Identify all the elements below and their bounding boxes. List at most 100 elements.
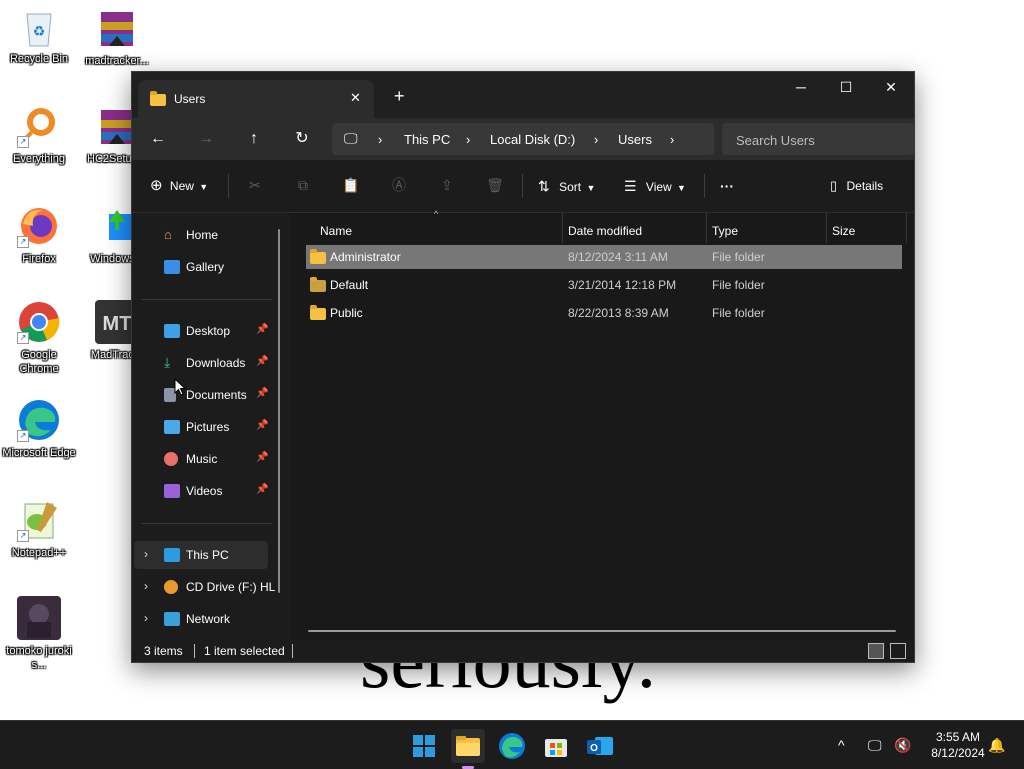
sort-button[interactable]: ⇅ Sort ▼ — [538, 172, 595, 200]
pin-icon[interactable]: 📌 — [256, 388, 268, 399]
delete-icon[interactable]: 🗑 — [484, 174, 506, 196]
start-button[interactable] — [407, 729, 441, 763]
chevron-right-icon[interactable]: › — [144, 611, 148, 625]
column-header-size[interactable]: Size — [832, 219, 855, 243]
desktop-icon-google-chrome[interactable]: ↗ Google Chrome — [2, 300, 76, 376]
desktop-icon-everything[interactable]: ↗ Everything — [2, 104, 76, 166]
outlook-taskbar-button[interactable]: O — [583, 729, 617, 763]
file-explorer-taskbar-button[interactable] — [451, 729, 485, 763]
details-pane-button[interactable]: ▯ Details — [830, 172, 883, 200]
sidebar-item-desktop[interactable]: Desktop 📌 — [134, 317, 268, 345]
chevron-right-icon[interactable]: › — [594, 132, 598, 147]
file-row-default[interactable]: Default 3/21/2014 12:18 PM File folder — [306, 273, 902, 297]
sidebar-item-videos[interactable]: Videos 📌 — [134, 477, 268, 505]
details-pane-icon: ▯ — [830, 178, 838, 193]
close-button[interactable]: ✕ — [868, 72, 914, 102]
pin-icon[interactable]: 📌 — [256, 356, 268, 367]
new-tab-button[interactable]: + — [394, 86, 405, 107]
chevron-right-icon[interactable]: › — [144, 579, 148, 593]
sidebar-item-music[interactable]: Music 📌 — [134, 445, 268, 473]
sidebar-item-label: Music — [186, 452, 218, 466]
sidebar-item-cd-drive[interactable]: › CD Drive (F:) HL — [134, 573, 275, 601]
view-button-label: View — [645, 180, 672, 194]
details-view-icon[interactable] — [868, 643, 884, 659]
search-input[interactable] — [722, 123, 914, 157]
sidebar-item-label: This PC — [186, 548, 229, 562]
cut-icon[interactable]: ✂ — [244, 174, 266, 196]
rename-icon[interactable]: Ⓐ — [388, 174, 410, 196]
sidebar-scrollbar[interactable] — [278, 229, 280, 593]
sidebar-item-network[interactable]: › Network — [134, 605, 268, 633]
network-status-icon[interactable]: 🖵 — [868, 737, 882, 754]
view-button[interactable]: ☰ View ▼ — [624, 172, 686, 200]
notification-bell-icon[interactable]: 🔔 — [988, 737, 1005, 754]
sidebar-item-pictures[interactable]: Pictures 📌 — [134, 413, 268, 441]
chevron-right-icon[interactable]: › — [466, 132, 470, 147]
desktop-icon-firefox[interactable]: ↗ Firefox — [2, 204, 76, 266]
column-divider[interactable] — [562, 213, 563, 243]
column-divider[interactable] — [826, 213, 827, 243]
pin-icon[interactable]: 📌 — [256, 324, 268, 335]
address-bar[interactable]: 🖵 › This PC › Local Disk (D:) › Users › — [332, 123, 714, 155]
sidebar-item-downloads[interactable]: ⤓ Downloads 📌 — [134, 349, 268, 377]
breadcrumb-local-disk[interactable]: Local Disk (D:) — [490, 132, 575, 147]
more-options-button[interactable]: ··· — [720, 172, 734, 200]
search-box — [722, 123, 914, 157]
maximize-button[interactable]: ☐ — [823, 72, 869, 102]
pin-icon[interactable]: 📌 — [256, 452, 268, 463]
folder-icon — [310, 249, 326, 264]
breadcrumb-users[interactable]: Users — [618, 132, 652, 147]
column-divider[interactable] — [906, 213, 907, 243]
volume-muted-icon[interactable]: 🔇 — [894, 737, 911, 754]
back-button[interactable]: ← — [144, 126, 172, 152]
new-button[interactable]: ⊕ New ▼ — [150, 172, 208, 200]
tab-users[interactable]: Users ✕ — [138, 80, 374, 118]
pin-icon[interactable]: 📌 — [256, 484, 268, 495]
horizontal-scrollbar[interactable] — [308, 630, 896, 632]
file-date: 8/22/2013 8:39 AM — [568, 306, 669, 320]
forward-button[interactable]: → — [192, 126, 220, 152]
minimize-button[interactable]: ─ — [778, 72, 824, 102]
microsoft-store-taskbar-button[interactable] — [539, 729, 573, 763]
up-button[interactable]: ↑ — [240, 126, 268, 152]
column-header-type[interactable]: Type — [712, 219, 738, 243]
sidebar-item-label: CD Drive (F:) HL — [186, 580, 276, 594]
sidebar-item-this-pc[interactable]: › This PC — [134, 541, 268, 569]
paste-icon[interactable]: 📋 — [340, 174, 362, 196]
tiles-view-icon[interactable] — [890, 643, 906, 659]
column-header-name[interactable]: Name — [320, 219, 352, 243]
refresh-button[interactable]: ↻ — [288, 126, 316, 152]
sidebar-item-label: Downloads — [186, 356, 246, 370]
breadcrumb-this-pc[interactable]: This PC — [404, 132, 450, 147]
desktop-icon-recycle-bin[interactable]: ♻ Recycle Bin — [2, 8, 76, 66]
edge-taskbar-button[interactable] — [495, 729, 529, 763]
chevron-right-icon[interactable]: › — [670, 132, 674, 147]
share-icon[interactable]: ⇪ — [436, 174, 458, 196]
title-bar[interactable]: Users ✕ + ─ ☐ ✕ — [132, 72, 914, 118]
column-header-date-modified[interactable]: Date modified — [568, 219, 642, 243]
column-divider[interactable] — [706, 213, 707, 243]
chevron-down-icon: ▼ — [677, 183, 686, 193]
sidebar-item-gallery[interactable]: Gallery — [134, 253, 268, 281]
home-icon: ⌂ — [164, 227, 172, 242]
desktop-icon-notepad-plus-plus[interactable]: ↗ Notepad++ — [2, 498, 76, 560]
desktop-icon-madtracker-archive[interactable]: madtracker... — [80, 6, 154, 68]
network-icon — [164, 612, 180, 626]
show-hidden-icons-chevron-icon[interactable]: ^ — [838, 737, 845, 753]
desktop-icon-tomoko-image[interactable]: tomoko juroki s... — [2, 596, 76, 672]
command-bar: ⊕ New ▼ ✂ ⧉ 📋 Ⓐ ⇪ 🗑 ⇅ Sort ▼ ☰ View ▼ ··… — [132, 160, 914, 213]
plus-circle-icon: ⊕ — [150, 177, 163, 194]
system-clock[interactable]: 3:55 AM 8/12/2024 — [918, 729, 998, 761]
sidebar-item-home[interactable]: ⌂ Home — [134, 221, 268, 249]
sidebar-item-documents[interactable]: Documents 📌 — [134, 381, 268, 409]
pin-icon[interactable]: 📌 — [256, 420, 268, 431]
close-tab-icon[interactable]: ✕ — [350, 90, 361, 106]
desktop-icon-microsoft-edge[interactable]: ↗ Microsoft Edge — [2, 398, 76, 460]
copy-icon[interactable]: ⧉ — [292, 174, 314, 196]
chevron-right-icon[interactable]: › — [144, 547, 148, 561]
taskbar: O ^ 🖵 🔇 3:55 AM 8/12/2024 🔔 — [0, 720, 1024, 769]
file-row-public[interactable]: Public 8/22/2013 8:39 AM File folder — [306, 301, 902, 325]
shortcut-arrow-icon: ↗ — [17, 530, 29, 542]
file-row-administrator[interactable]: Administrator 8/12/2024 3:11 AM File fol… — [306, 245, 902, 269]
chevron-right-icon[interactable]: › — [378, 132, 382, 147]
